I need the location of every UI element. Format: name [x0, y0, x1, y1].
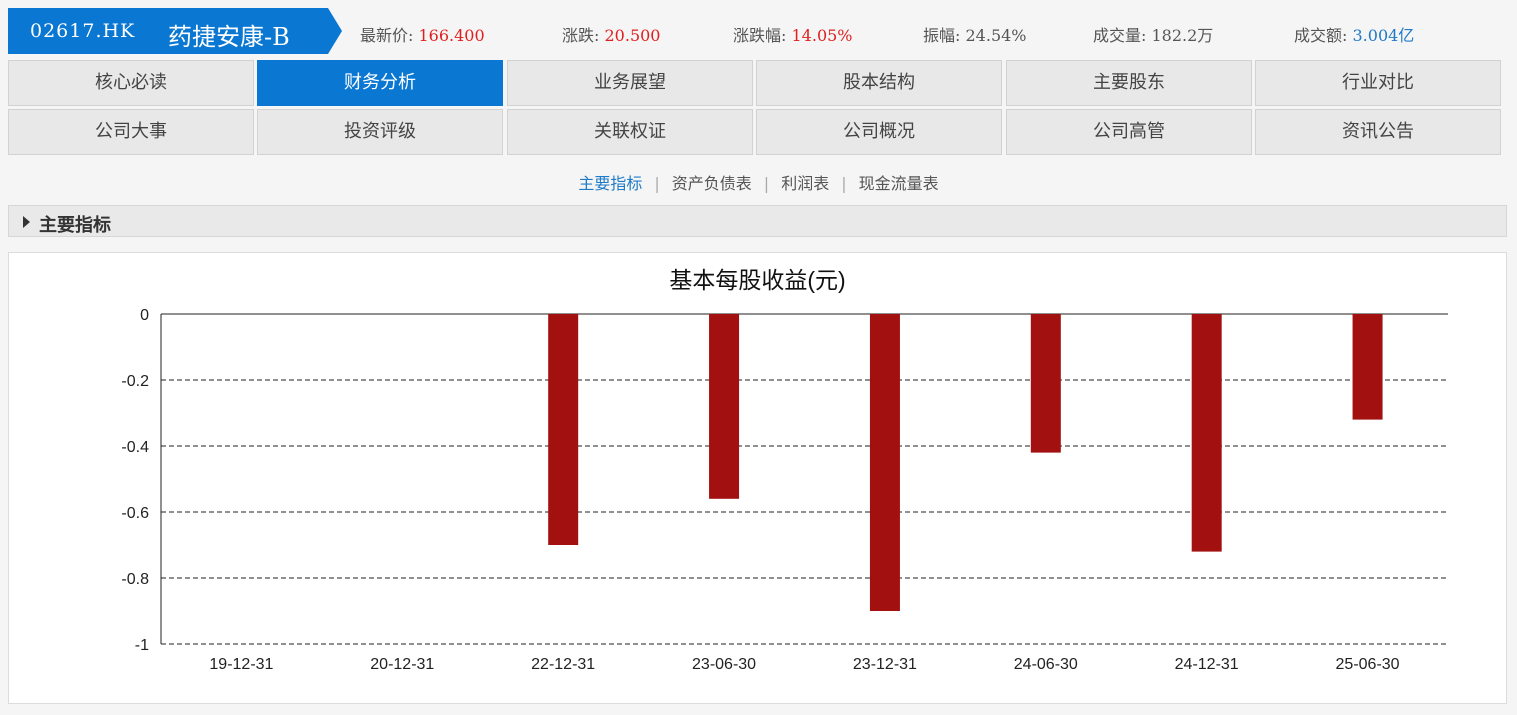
quote-label: 涨跌: [562, 26, 600, 45]
quote-change: 涨跌: 20.500 [562, 22, 660, 46]
quote-value: 182.2万 [1151, 26, 1214, 45]
tab-business-outlook[interactable]: 业务展望 [507, 60, 753, 106]
tab-core[interactable]: 核心必读 [8, 60, 254, 106]
eps-chart-panel: 基本每股收益(元) 0 -0.2 -0.4 -0.6 -0.8 -1 19-12-31 20-… [8, 252, 1507, 704]
caret-right-icon [23, 216, 30, 228]
section-header[interactable]: 主要指标 [8, 205, 1507, 237]
quote-label: 涨跌幅: [733, 26, 787, 45]
x-tick-label: 22-12-31 [531, 656, 595, 673]
tab-news-announcements[interactable]: 资讯公告 [1255, 109, 1501, 155]
x-tick-label: 23-12-31 [853, 656, 917, 673]
bar [1030, 314, 1061, 453]
bar [869, 314, 900, 611]
y-tick-label: 0 [140, 307, 149, 324]
quote-latest-price: 最新价: 166.400 [360, 22, 485, 46]
subnav-separator: | [763, 174, 770, 193]
quote-change-pct: 涨跌幅: 14.05% [733, 22, 853, 46]
subnav-balance-sheet[interactable]: 资产负债表 [672, 170, 752, 194]
tab-major-shareholders[interactable]: 主要股东 [1006, 60, 1252, 106]
subnav-separator: | [654, 174, 660, 193]
x-tick-label: 23-06-30 [692, 656, 756, 673]
quote-label: 最新价: [360, 26, 414, 45]
y-tick-label: -1 [135, 637, 149, 654]
tab-industry-comparison[interactable]: 行业对比 [1255, 60, 1501, 106]
tab-share-structure[interactable]: 股本结构 [756, 60, 1002, 106]
subnav-income-statement[interactable]: 利润表 [781, 170, 829, 194]
tab-financial-analysis[interactable]: 财务分析 [257, 60, 503, 106]
tab-company-events[interactable]: 公司大事 [8, 109, 254, 155]
eps-bar-chart: 0 -0.2 -0.4 -0.6 -0.8 -1 19-12-31 20-12-31 22-12… [121, 307, 1448, 673]
bar [709, 314, 740, 499]
tab-related-warrants[interactable]: 关联权证 [507, 109, 753, 155]
quote-header: 02617.HK 药捷安康-B 最新价: 166.400 涨跌: 20.500 … [0, 0, 1517, 58]
y-tick-label: -0.6 [121, 505, 149, 522]
quote-value: 166.400 [418, 26, 485, 45]
x-tick-label: 20-12-31 [370, 656, 434, 673]
quote-value: 3.004亿 [1352, 26, 1415, 45]
stock-tag: 02617.HK 药捷安康-B [8, 8, 342, 54]
subnav-separator: | [841, 174, 847, 193]
y-tick-label: -0.8 [121, 571, 149, 588]
section-title: 主要指标 [39, 215, 111, 236]
quote-amplitude: 振幅: 24.54% [923, 22, 1027, 46]
quote-label: 成交额: [1294, 26, 1348, 45]
y-tick-label: -0.4 [121, 439, 149, 456]
quote-turnover: 成交额: 3.004亿 [1294, 22, 1414, 46]
quote-value: 20.500 [604, 26, 661, 45]
tab-investment-rating[interactable]: 投资评级 [257, 109, 503, 155]
bar [1191, 314, 1222, 552]
tab-executives[interactable]: 公司高管 [1006, 109, 1252, 155]
x-tick-label: 24-06-30 [1014, 656, 1078, 673]
subnav-cash-flow[interactable]: 现金流量表 [859, 170, 939, 194]
stock-code: 02617.HK [30, 20, 136, 42]
bar [1352, 314, 1383, 420]
bar [548, 314, 579, 545]
quote-volume: 成交量: 182.2万 [1093, 22, 1213, 46]
x-tick-label: 25-06-30 [1336, 656, 1400, 673]
x-tick-label: 24-12-31 [1175, 656, 1239, 673]
tab-company-overview[interactable]: 公司概况 [756, 109, 1002, 155]
sub-navigation: 主要指标 | 资产负债表 | 利润表 | 现金流量表 [0, 170, 1517, 194]
subnav-key-indicators[interactable]: 主要指标 [578, 170, 642, 194]
quote-label: 振幅: [923, 26, 961, 45]
stock-name: 药捷安康-B [168, 23, 290, 51]
quote-label: 成交量: [1093, 26, 1147, 45]
y-tick-label: -0.2 [121, 373, 149, 390]
x-tick-label: 19-12-31 [209, 656, 273, 673]
quote-value: 14.05% [791, 26, 853, 45]
quote-value: 24.54% [965, 26, 1027, 45]
